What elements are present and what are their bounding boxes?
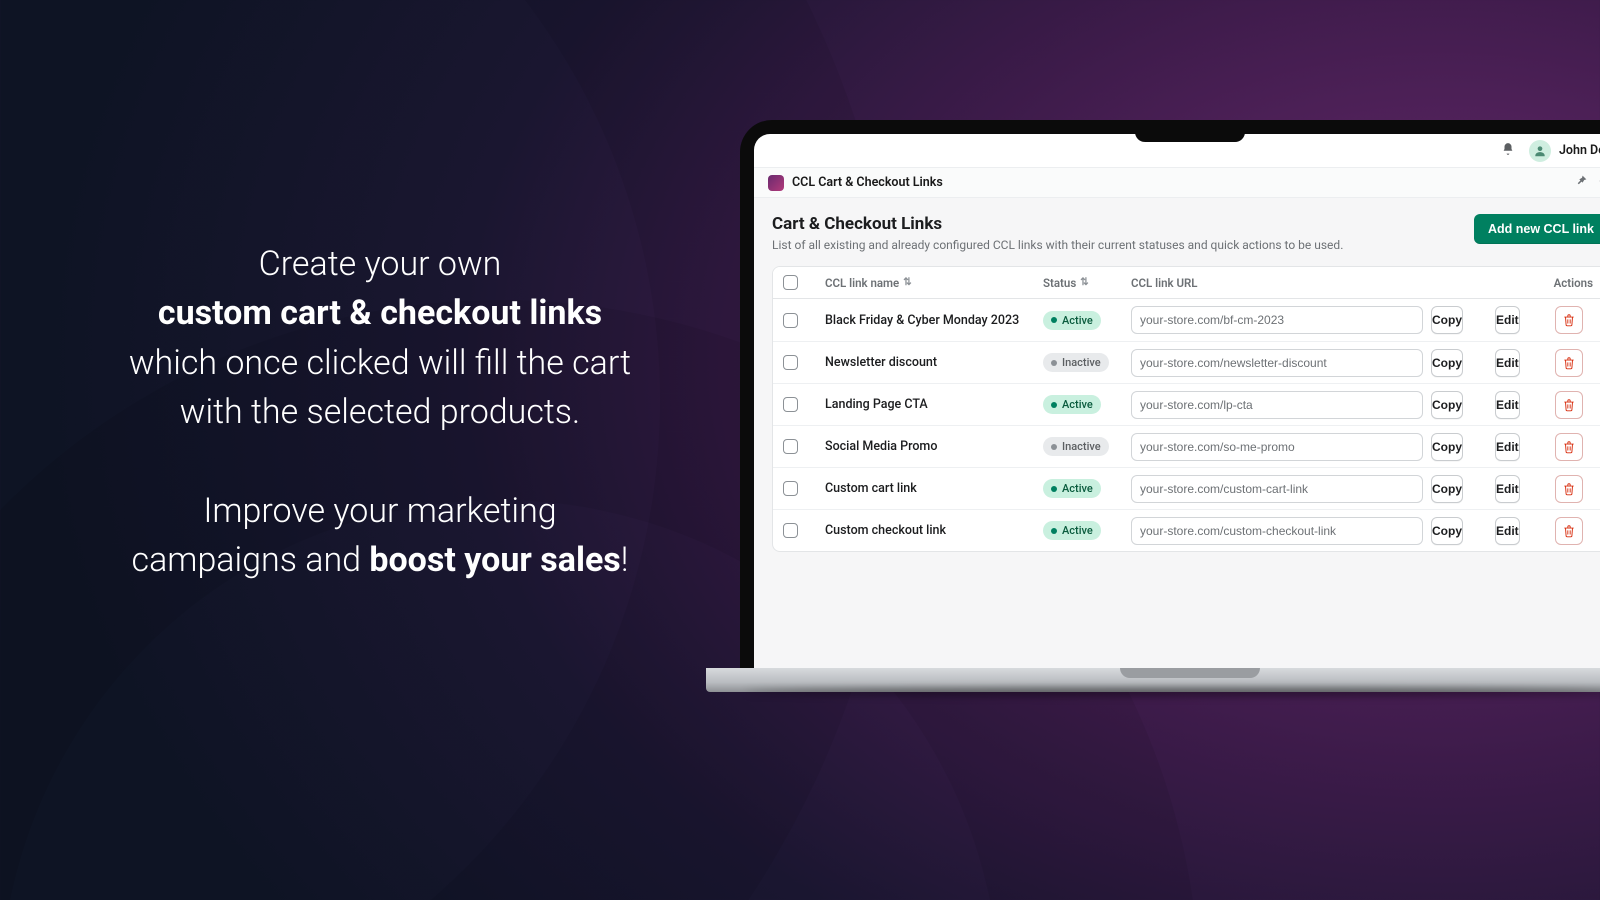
pin-icon[interactable] — [1575, 174, 1588, 191]
status-badge: Inactive — [1043, 353, 1109, 372]
avatar-icon — [1529, 140, 1551, 162]
link-name: Landing Page CTA — [825, 397, 1035, 412]
link-name: Social Media Promo — [825, 439, 1035, 454]
link-name: Newsletter discount — [825, 355, 1035, 370]
page-header: Cart & Checkout Links List of all existi… — [772, 214, 1600, 252]
table-row: Custom cart link Active Copy Edit — [773, 467, 1600, 509]
links-table: CCL link name ⇅ Status ⇅ CCL link URL Ac… — [772, 266, 1600, 552]
table-header: CCL link name ⇅ Status ⇅ CCL link URL Ac… — [773, 267, 1600, 299]
laptop-base — [706, 668, 1600, 692]
column-header-actions: Actions — [1431, 276, 1597, 290]
link-url-input[interactable] — [1131, 517, 1423, 545]
app-screen: John Doe CCL Cart & Checkout Links — [754, 134, 1600, 668]
edit-button[interactable]: Edit — [1495, 306, 1520, 334]
marketing-line: campaigns and — [132, 540, 370, 580]
delete-button[interactable] — [1555, 391, 1583, 419]
status-badge: Active — [1043, 479, 1101, 498]
marketing-line: with the selected products. — [180, 392, 580, 432]
page-title: Cart & Checkout Links — [772, 214, 1343, 234]
status-badge: Inactive — [1043, 437, 1109, 456]
link-url-input[interactable] — [1131, 306, 1423, 334]
table-row: Black Friday & Cyber Monday 2023 Active Co… — [773, 299, 1600, 341]
delete-button[interactable] — [1555, 517, 1583, 545]
link-name: Custom cart link — [825, 481, 1035, 496]
laptop-mockup: John Doe CCL Cart & Checkout Links — [740, 120, 1600, 692]
row-checkbox[interactable] — [783, 523, 798, 538]
copy-button[interactable]: Copy — [1431, 433, 1463, 461]
edit-button[interactable]: Edit — [1495, 475, 1520, 503]
column-header-name[interactable]: CCL link name ⇅ — [825, 276, 1035, 290]
sort-icon: ⇅ — [1080, 277, 1088, 288]
row-checkbox[interactable] — [783, 439, 798, 454]
link-url-input[interactable] — [1131, 349, 1423, 377]
link-url-input[interactable] — [1131, 475, 1423, 503]
edit-button[interactable]: Edit — [1495, 349, 1520, 377]
copy-button[interactable]: Copy — [1431, 306, 1463, 334]
edit-button[interactable]: Edit — [1495, 517, 1520, 545]
row-checkbox[interactable] — [783, 313, 798, 328]
page-subtitle: List of all existing and already configu… — [772, 238, 1343, 252]
marketing-copy: Create your own custom cart & checkout l… — [80, 240, 680, 586]
status-label: Active — [1062, 398, 1093, 411]
row-checkbox[interactable] — [783, 355, 798, 370]
copy-button[interactable]: Copy — [1431, 475, 1463, 503]
column-header-url: CCL link URL — [1131, 276, 1423, 290]
status-label: Active — [1062, 314, 1093, 327]
select-all-checkbox[interactable] — [783, 275, 798, 290]
row-checkbox[interactable] — [783, 397, 798, 412]
marketing-line-strong: boost your sales — [369, 540, 620, 580]
notifications-icon[interactable] — [1501, 142, 1515, 160]
link-name: Custom checkout link — [825, 523, 1035, 538]
app-title: CCL Cart & Checkout Links — [792, 175, 943, 190]
add-new-link-button[interactable]: Add new CCL link — [1474, 214, 1600, 244]
status-label: Inactive — [1062, 356, 1101, 369]
row-checkbox[interactable] — [783, 481, 798, 496]
edit-button[interactable]: Edit — [1495, 433, 1520, 461]
link-name: Black Friday & Cyber Monday 2023 — [825, 313, 1035, 328]
user-menu[interactable]: John Doe — [1529, 140, 1600, 162]
column-header-status[interactable]: Status ⇅ — [1043, 276, 1123, 290]
page-content: Cart & Checkout Links List of all existi… — [754, 198, 1600, 668]
marketing-line: which once clicked will fill the cart — [129, 343, 631, 383]
link-url-input[interactable] — [1131, 433, 1423, 461]
delete-button[interactable] — [1555, 349, 1583, 377]
marketing-line: Improve your marketing — [203, 491, 556, 531]
edit-button[interactable]: Edit — [1495, 391, 1520, 419]
status-label: Active — [1062, 524, 1093, 537]
copy-button[interactable]: Copy — [1431, 391, 1463, 419]
copy-button[interactable]: Copy — [1431, 349, 1463, 377]
status-badge: Active — [1043, 521, 1101, 540]
link-url-input[interactable] — [1131, 391, 1423, 419]
status-badge: Active — [1043, 395, 1101, 414]
delete-button[interactable] — [1555, 433, 1583, 461]
table-row: Social Media Promo Inactive Copy Edit — [773, 425, 1600, 467]
status-label: Inactive — [1062, 440, 1101, 453]
status-label: Active — [1062, 482, 1093, 495]
table-row: Custom checkout link Active Copy Edit — [773, 509, 1600, 551]
marketing-line: ! — [621, 540, 629, 580]
laptop-notch — [1135, 120, 1245, 142]
table-row: Landing Page CTA Active Copy Edit — [773, 383, 1600, 425]
delete-button[interactable] — [1555, 306, 1583, 334]
copy-button[interactable]: Copy — [1431, 517, 1463, 545]
status-badge: Active — [1043, 311, 1101, 330]
marketing-line: Create your own — [259, 244, 502, 284]
user-name: John Doe — [1559, 143, 1600, 158]
column-status-label: Status — [1043, 276, 1076, 290]
table-row: Newsletter discount Inactive Copy Edit — [773, 341, 1600, 383]
column-name-label: CCL link name — [825, 276, 899, 290]
app-logo-icon — [768, 175, 784, 191]
app-title-bar: CCL Cart & Checkout Links — [754, 168, 1600, 198]
sort-icon: ⇅ — [903, 277, 911, 288]
delete-button[interactable] — [1555, 475, 1583, 503]
marketing-line-strong: custom cart & checkout links — [158, 293, 602, 333]
